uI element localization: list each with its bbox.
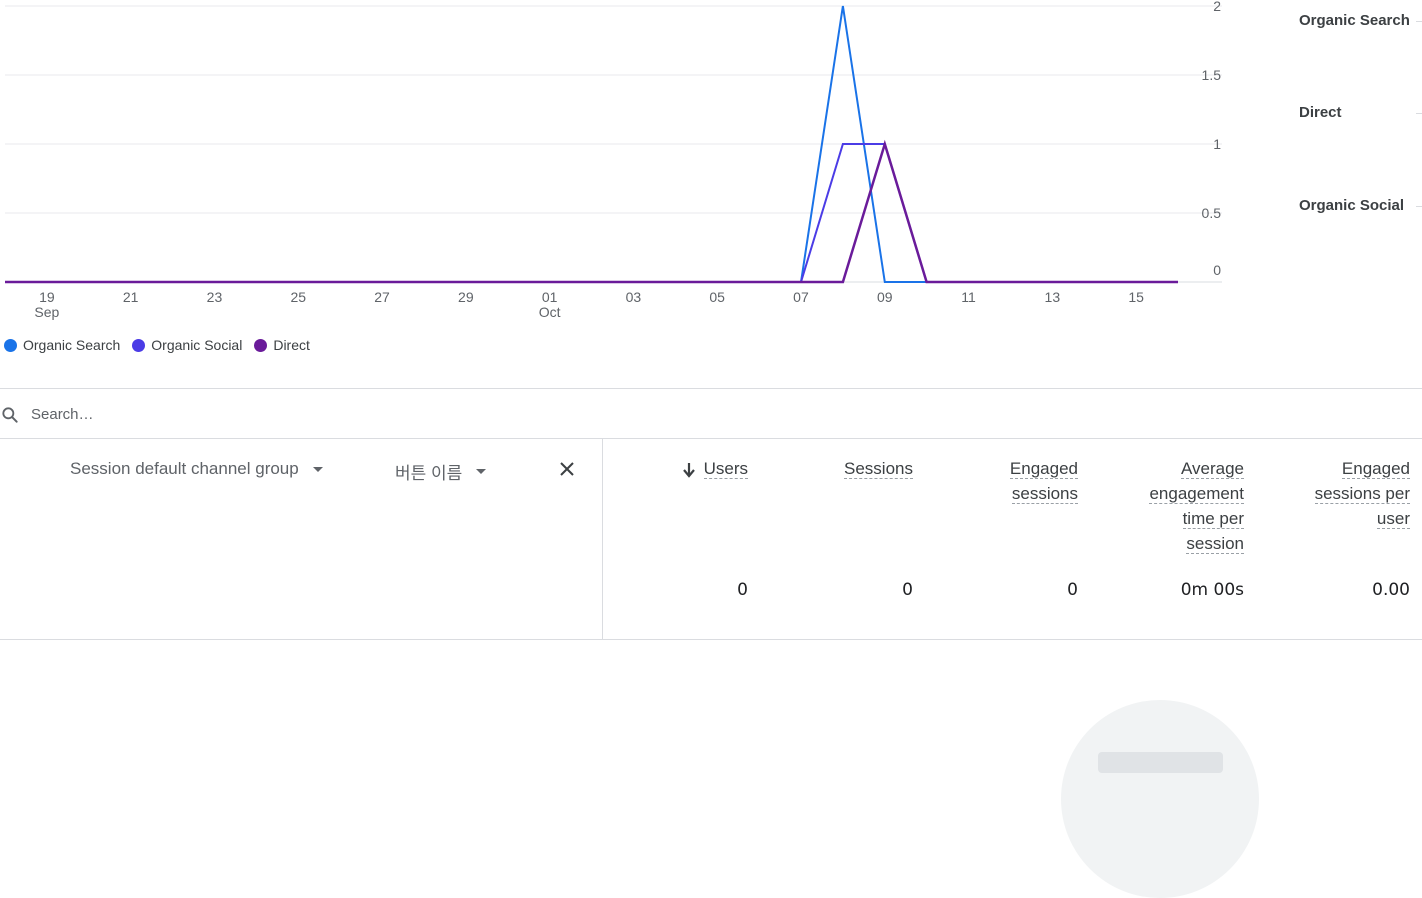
metric-header-label: sessions per (1314, 484, 1410, 504)
metric-header-label: Users (703, 459, 748, 479)
x-tick-label: 21 (123, 289, 139, 305)
metric-header-label: sessions (1011, 484, 1078, 504)
x-tick-label: 01 (542, 289, 558, 305)
metric-header-users[interactable]: Users (682, 456, 748, 481)
empty-state-bar (1098, 752, 1223, 773)
secondary-dimension-selector[interactable]: 버튼 이름 (395, 459, 487, 484)
line-chart: 2 1.5 1 0.5 0 19Sep 21 23 25 27 29 01Oct 03 05 07 09 11… (5, 0, 1222, 320)
x-tick-label: 25 (290, 289, 306, 305)
metric-header-engaged-sessions-per-user[interactable]: Engaged sessions per user (1314, 456, 1410, 531)
right-label-direct: Direct (1299, 104, 1342, 121)
x-tick-label: 11 (961, 289, 976, 305)
metric-value-engaged-sessions: 0 (1067, 580, 1078, 600)
empty-state-illustration (1061, 700, 1259, 898)
x-tick-month-label: Sep (34, 304, 59, 320)
right-label-organic-social: Organic Social (1299, 197, 1405, 214)
search-icon (2, 407, 18, 423)
close-icon[interactable] (557, 459, 577, 479)
metric-value-engaged-sessions-per-user: 0.00 (1372, 580, 1410, 600)
right-tick (1416, 206, 1422, 207)
x-tick-label: 15 (1128, 289, 1144, 305)
x-tick-month-label: Oct (539, 304, 561, 320)
x-tick-label: 19 (39, 289, 55, 305)
right-tick (1416, 21, 1422, 22)
caret-down-icon (312, 466, 323, 472)
metric-header-label: Engaged (1009, 459, 1078, 479)
search-input[interactable] (31, 401, 431, 427)
metric-value-users: 0 (737, 580, 748, 600)
legend-label: Organic Search (23, 337, 121, 353)
metric-header-label: Average (1180, 459, 1244, 479)
metric-value-sessions: 0 (902, 580, 913, 600)
y-tick-label: 0.5 (1202, 205, 1222, 221)
x-tick-label: 03 (626, 289, 642, 305)
right-tick (1416, 113, 1422, 114)
x-axis: 19Sep 21 23 25 27 29 01Oct 03 05 07 09 11 13 15 (34, 289, 1144, 320)
x-tick-label: 09 (877, 289, 893, 305)
legend-dot (254, 338, 268, 352)
dimension-label: Session default channel group (70, 459, 299, 478)
divider (0, 639, 1422, 640)
x-tick-label: 05 (709, 289, 725, 305)
legend-label: Direct (273, 337, 310, 353)
x-tick-label: 29 (458, 289, 474, 305)
x-tick-label: 27 (374, 289, 390, 305)
search-bar (0, 389, 1422, 438)
y-tick-label: 1 (1213, 136, 1221, 152)
legend-item-direct[interactable]: Direct (254, 337, 310, 353)
arrow-down-icon (682, 462, 695, 478)
metric-header-sessions[interactable]: Sessions (844, 456, 913, 481)
y-tick-label: 1.5 (1202, 67, 1222, 83)
legend-item-organic-search[interactable]: Organic Search (4, 337, 120, 353)
metric-header-label: user (1376, 509, 1410, 529)
x-tick-label: 13 (1045, 289, 1061, 305)
metric-header-label: session (1186, 534, 1244, 554)
y-tick-label: 2 (1213, 0, 1221, 14)
y-axis: 2 1.5 1 0.5 0 (1202, 0, 1222, 278)
legend-item-organic-social[interactable]: Organic Social (132, 337, 242, 353)
x-tick-label: 23 (207, 289, 223, 305)
metric-header-label: engagement (1149, 484, 1244, 504)
dimension-selector[interactable]: Session default channel group (70, 459, 323, 479)
secondary-dimension-label: 버튼 이름 (395, 464, 463, 483)
chart-grid (5, 5, 1222, 283)
caret-down-icon (476, 469, 487, 474)
divider (0, 438, 1422, 439)
metric-header-label: time per (1182, 509, 1244, 529)
column-divider (602, 439, 603, 639)
metric-header-label: Sessions (844, 459, 913, 479)
metric-header-engaged-sessions[interactable]: Engaged sessions (1009, 456, 1078, 506)
legend-dot (4, 338, 17, 352)
metric-header-avg-engagement-time[interactable]: Average engagement time per session (1149, 456, 1244, 556)
metric-value-avg-engagement-time: 0m 00s (1180, 580, 1244, 600)
metric-header-label: Engaged (1341, 459, 1410, 479)
legend-dot (132, 338, 146, 352)
legend-label: Organic Social (151, 337, 243, 353)
chart-legend: Organic Search Organic Social Direct (4, 337, 310, 353)
right-label-organic-search: Organic Search (1299, 12, 1410, 29)
y-tick-label: 0 (1213, 262, 1221, 278)
x-tick-label: 07 (793, 289, 809, 305)
